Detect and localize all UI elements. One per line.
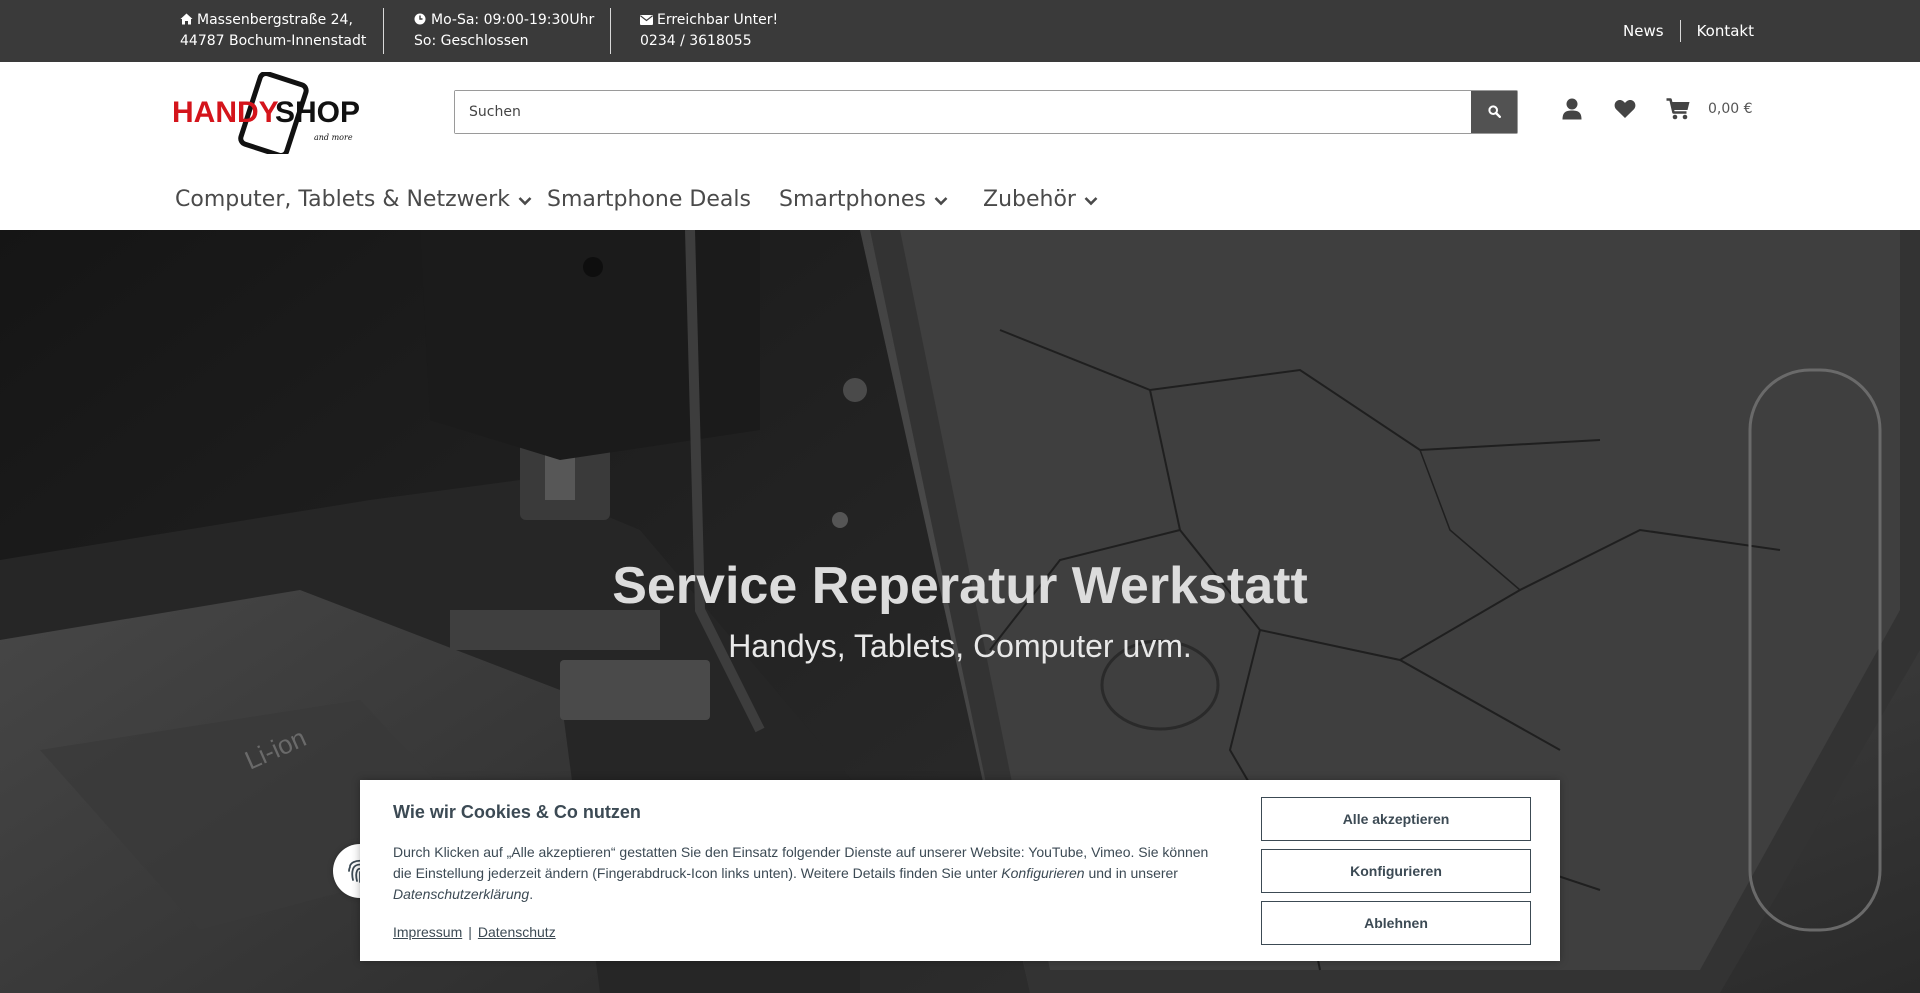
header-actions: 0,00 € <box>1562 98 1753 120</box>
heart-icon[interactable] <box>1614 99 1636 119</box>
chevron-down-icon <box>926 187 948 212</box>
shop-logo[interactable]: HANDY SHOP and more <box>172 70 367 159</box>
top-info-bar: Massenbergstraße 24, 44787 Bochum-Innens… <box>0 0 1920 62</box>
cookie-text-part: . <box>529 886 534 902</box>
cart-icon[interactable] <box>1666 98 1690 120</box>
search-bar <box>454 90 1518 134</box>
nav-item-zubehoer[interactable]: Zubehör <box>983 187 1098 212</box>
nav-item-label: Zubehör <box>983 187 1076 212</box>
nav-item-smartphones[interactable]: Smartphones <box>779 187 948 212</box>
envelope-icon <box>640 11 653 25</box>
cookie-dialog-text: Durch Klicken auf „Alle akzeptieren“ ges… <box>393 842 1213 905</box>
search-icon <box>1487 103 1501 122</box>
topbar-divider <box>383 8 384 54</box>
decline-button[interactable]: Ablehnen <box>1261 901 1531 945</box>
search-input[interactable] <box>455 91 1471 133</box>
address-line-2: 44787 Bochum-Innenstadt <box>180 33 367 49</box>
chevron-down-icon <box>1076 187 1098 212</box>
cookie-dialog-title: Wie wir Cookies & Co nutzen <box>393 802 641 822</box>
phone-number[interactable]: 0234 / 3618055 <box>640 31 778 52</box>
search-button[interactable] <box>1471 91 1517 133</box>
hours-line-2: So: Geschlossen <box>414 33 529 49</box>
cookie-legal-links: Impressum | Datenschutz <box>393 924 556 940</box>
user-icon[interactable] <box>1562 98 1582 120</box>
cookie-text-emphasis: Datenschutzerklärung <box>393 886 530 902</box>
accept-all-button[interactable]: Alle akzeptieren <box>1261 797 1531 841</box>
contact-info: Erreichbar Unter! 0234 / 3618055 <box>640 10 778 52</box>
site-header: HANDY SHOP and more 0,00 € <box>0 62 1920 170</box>
opening-hours-info: Mo-Sa: 09:00-19:30Uhr So: Geschlossen <box>414 10 594 52</box>
nav-item-label: Computer, Tablets & Netzwerk <box>175 187 510 212</box>
hero-title: Service Reperatur Werkstatt <box>612 557 1308 615</box>
logo-tagline: and more <box>314 133 353 142</box>
cart-total[interactable]: 0,00 € <box>1708 101 1753 117</box>
nav-item-label: Smartphones <box>779 187 926 212</box>
address-info: Massenbergstraße 24, 44787 Bochum-Innens… <box>180 10 366 52</box>
nav-item-computer-tablets-netzwerk[interactable]: Computer, Tablets & Netzwerk <box>175 187 532 212</box>
hero-subtitle: Handys, Tablets, Computer uvm. <box>728 628 1192 664</box>
topbar-divider <box>610 8 611 54</box>
contact-link[interactable]: Kontakt <box>1697 22 1754 40</box>
impressum-link[interactable]: Impressum <box>393 924 462 940</box>
logo-text-shop: SHOP <box>275 96 360 129</box>
news-link[interactable]: News <box>1623 22 1664 40</box>
home-icon <box>180 11 193 25</box>
address-line-1: Massenbergstraße 24, <box>197 12 353 28</box>
link-separator: | <box>468 924 472 940</box>
contact-line-1: Erreichbar Unter! <box>657 12 779 28</box>
cookie-text-emphasis: Konfigurieren <box>1001 865 1085 881</box>
cookie-consent-dialog: Wie wir Cookies & Co nutzen Durch Klicke… <box>360 780 1560 961</box>
logo-text-handy: HANDY <box>172 96 279 129</box>
configure-button[interactable]: Konfigurieren <box>1261 849 1531 893</box>
nav-item-label: Smartphone Deals <box>547 187 751 212</box>
link-divider <box>1679 20 1681 42</box>
main-navigation: Computer, Tablets & Netzwerk Smartphone … <box>0 170 1920 230</box>
service-links: News Kontakt <box>1623 20 1754 42</box>
chevron-down-icon <box>510 187 532 212</box>
hours-line-1: Mo-Sa: 09:00-19:30Uhr <box>431 12 595 28</box>
nav-item-smartphone-deals[interactable]: Smartphone Deals <box>547 187 751 212</box>
clock-icon <box>414 11 427 25</box>
datenschutz-link[interactable]: Datenschutz <box>478 924 556 940</box>
cookie-text-part: und in unserer <box>1084 865 1178 881</box>
